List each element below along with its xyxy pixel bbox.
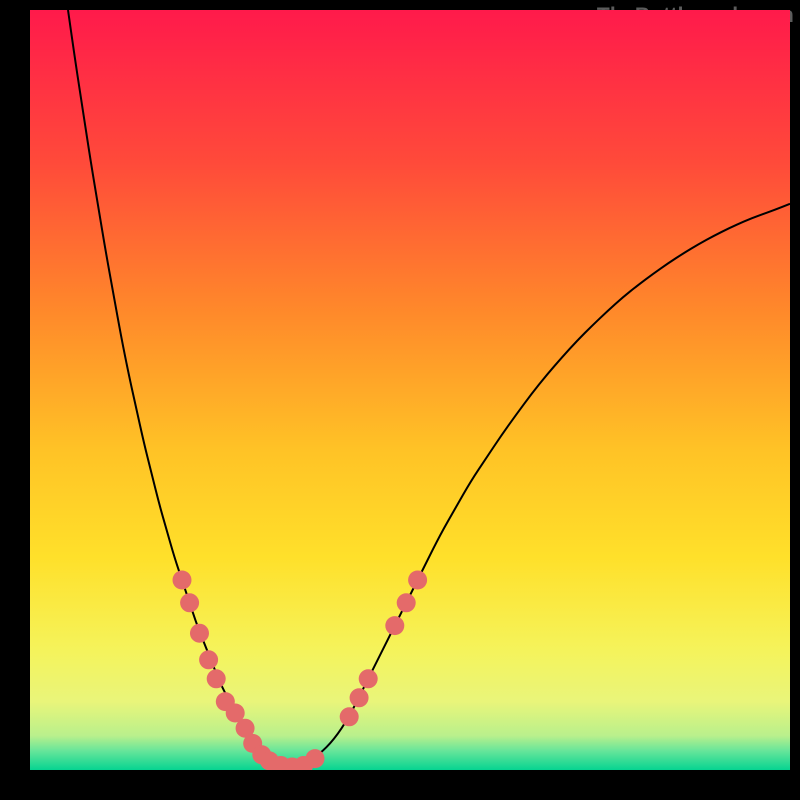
highlight-dot (180, 593, 199, 612)
highlight-dot (397, 593, 416, 612)
highlight-dot (385, 616, 404, 635)
highlight-dot (306, 749, 325, 768)
chart-container: TheBottleneck.com (0, 0, 800, 800)
highlight-dot (207, 669, 226, 688)
highlight-dot (408, 571, 427, 590)
highlight-dot (340, 707, 359, 726)
highlight-dot (199, 650, 218, 669)
highlight-dot (173, 571, 192, 590)
plot-area (30, 10, 790, 770)
highlight-dot (350, 688, 369, 707)
chart-svg (30, 10, 790, 770)
gradient-bg (30, 10, 790, 770)
highlight-dot (359, 669, 378, 688)
highlight-dot (190, 624, 209, 643)
